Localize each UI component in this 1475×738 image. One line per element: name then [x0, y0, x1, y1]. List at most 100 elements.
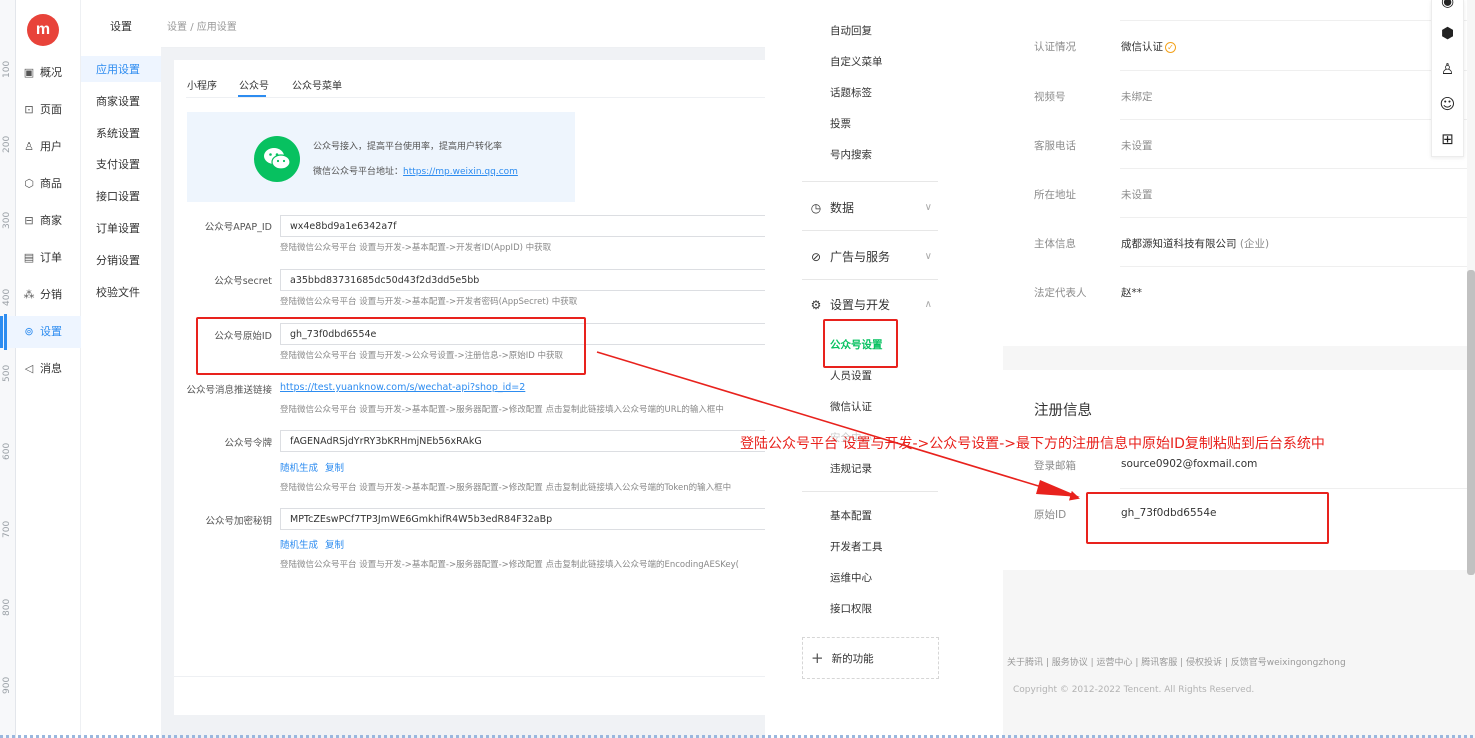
email-value: source0902@foxmail.com: [1121, 458, 1258, 470]
aes-copy-button[interactable]: 复制: [325, 540, 344, 551]
wx-menu-api-permissions[interactable]: 接口权限: [830, 601, 872, 616]
ruler-mark: 400: [2, 288, 12, 306]
nav-item-user[interactable]: ♙ 用户: [22, 133, 81, 159]
person-icon[interactable]: ♙: [1431, 60, 1464, 78]
submenu-item-distribution-settings[interactable]: 分销设置: [81, 247, 161, 273]
wx-menu-wechat-verify[interactable]: 微信认证: [830, 399, 872, 414]
nav-item-message[interactable]: ◁ 消息: [22, 355, 81, 381]
aes-generate-button[interactable]: 随机生成: [280, 540, 318, 551]
wx-menu-divider: [802, 279, 938, 280]
submenu-item-payment-settings[interactable]: 支付设置: [81, 151, 161, 177]
original-id-label-wx: 原始ID: [1034, 509, 1067, 521]
row-divider: [1120, 168, 1467, 169]
token-copy-button[interactable]: 复制: [325, 463, 344, 474]
nav-item-settings[interactable]: ⊚ 设置: [22, 318, 81, 344]
submenu-item-app-settings[interactable]: 应用设置: [81, 56, 161, 82]
token-input[interactable]: fAGENAdRSjdYrRY3bKRHmjNEb56xRAkG: [280, 430, 765, 452]
nav-item-label: 设置: [40, 325, 62, 338]
wx-menu-divider: [802, 181, 938, 182]
nav-item-page[interactable]: ⊡ 页面: [22, 96, 81, 122]
annotation-box-original-id-field: [196, 317, 586, 375]
app-logo[interactable]: m: [27, 14, 59, 46]
nav-item-goods[interactable]: ⬡ 商品: [22, 170, 81, 196]
ruler-active-marker: [4, 314, 7, 350]
wx-menu-custom-menu[interactable]: 自定义菜单: [830, 54, 883, 69]
breadcrumb-root[interactable]: 设置: [167, 22, 187, 33]
wx-group-data[interactable]: ◷ 数据 ∨: [808, 199, 932, 216]
cube-icon[interactable]: ⬢: [1431, 24, 1464, 42]
chevron-down-icon: ∨: [924, 251, 932, 262]
submenu-item-api-settings[interactable]: 接口设置: [81, 183, 161, 209]
wx-menu-search[interactable]: 号内搜索: [830, 147, 872, 162]
annotation-box-original-id-value: [1086, 492, 1329, 544]
submenu-item-merchant-settings[interactable]: 商家设置: [81, 88, 161, 114]
new-feature-button[interactable]: + 新的功能: [802, 637, 939, 679]
help-icon[interactable]: ◉: [1431, 0, 1464, 10]
breadcrumb-separator: /: [190, 22, 194, 33]
ruler-mark: 500: [2, 364, 12, 382]
auth-label: 认证情况: [1034, 41, 1076, 53]
nav-item-distribution[interactable]: ⁂ 分销: [22, 281, 81, 307]
wx-menu-violation-records[interactable]: 违规记录: [830, 461, 872, 476]
smile-icon[interactable]: ☺: [1431, 95, 1464, 113]
chevron-up-icon: ∧: [924, 299, 932, 310]
ruler-mark: 100: [2, 60, 12, 78]
tab-official-account-menu[interactable]: 公众号菜单: [292, 77, 342, 92]
token-hint: 登陆微信公众号平台 设置与开发->基本配置->服务器配置->修改配置 点击复制此…: [280, 483, 732, 493]
wx-menu-basic-config[interactable]: 基本配置: [830, 508, 872, 523]
breadcrumb: 设置 / 应用设置: [167, 18, 237, 33]
nav-item-order[interactable]: ▤ 订单: [22, 244, 81, 270]
submenu-title: 设置: [110, 20, 132, 33]
channel-label: 视频号: [1034, 91, 1066, 103]
message-icon: ◁: [24, 361, 34, 375]
nav-item-label: 订单: [40, 251, 62, 264]
row-divider: [1120, 217, 1467, 218]
submenu-item-system-settings[interactable]: 系统设置: [81, 120, 161, 146]
distribution-icon: ⁂: [23, 287, 35, 301]
tab-official-account[interactable]: 公众号: [239, 77, 269, 92]
address-label: 所在地址: [1034, 189, 1076, 201]
wx-menu-dev-tools[interactable]: 开发者工具: [830, 539, 883, 554]
nav-item-merchant[interactable]: ⊟ 商家: [22, 207, 81, 233]
nav-item-label: 商家: [40, 214, 62, 227]
ruler-mark: 200: [2, 135, 12, 153]
wx-menu-ops-center[interactable]: 运维中心: [830, 570, 872, 585]
appid-input[interactable]: wx4e8bd9a1e6342a7f: [280, 215, 765, 237]
wx-menu-staff-settings[interactable]: 人员设置: [830, 368, 872, 383]
token-generate-button[interactable]: 随机生成: [280, 463, 318, 474]
wx-group-label: 广告与服务: [830, 250, 891, 264]
phone-label: 客服电话: [1034, 140, 1076, 152]
secret-hint: 登陆微信公众号平台 设置与开发->基本配置->开发者密码(AppSecret) …: [280, 297, 578, 307]
page-scrollbar[interactable]: [1467, 270, 1475, 575]
tabs-divider: [186, 97, 765, 98]
row-divider: [1120, 70, 1467, 71]
submenu-item-verify-files[interactable]: 校验文件: [81, 279, 161, 305]
wechat-footer-links[interactable]: 关于腾讯 | 服务协议 | 运营中心 | 腾讯客服 | 侵权投诉 | 反馈官号w…: [1007, 655, 1346, 668]
push-link[interactable]: https://test.yuanknow.com/s/wechat-api?s…: [280, 382, 525, 393]
wx-menu-divider: [802, 491, 938, 492]
secret-input[interactable]: a35bbd83731685dc50d43f2d3dd5e5bb: [280, 269, 765, 291]
wx-group-label: 数据: [830, 201, 855, 215]
wx-menu-topic-tags[interactable]: 话题标签: [830, 85, 872, 100]
tab-mini-program[interactable]: 小程序: [187, 77, 217, 92]
nav-item-label: 用户: [40, 140, 62, 153]
submenu-item-order-settings[interactable]: 订单设置: [81, 215, 161, 241]
compass-icon: ⊘: [810, 249, 822, 264]
nav-item-label: 商品: [40, 177, 62, 190]
aes-key-actions: 随机生成 复制: [280, 537, 351, 551]
wx-group-ads[interactable]: ⊘ 广告与服务 ∨: [808, 248, 932, 265]
mp-platform-link[interactable]: https://mp.weixin.qq.com: [403, 167, 518, 177]
wx-menu-divider: [802, 230, 938, 231]
layout-icon[interactable]: ⊞: [1431, 130, 1464, 148]
wx-menu-vote[interactable]: 投票: [830, 116, 851, 131]
nav-item-overview[interactable]: ▣ 概况: [22, 59, 81, 85]
aes-key-input[interactable]: MPTcZEswPCf7TP3JmWE6GmkhifR4W5b3edR84F32…: [280, 508, 765, 530]
user-icon: ♙: [24, 139, 34, 153]
goods-icon: ⬡: [24, 176, 34, 190]
wx-group-dev[interactable]: ⚙ 设置与开发 ∧: [808, 296, 932, 313]
annotation-box-account-settings: [823, 319, 898, 368]
wx-menu-auto-reply[interactable]: 自动回复: [830, 23, 872, 38]
entity-name: 成都源知道科技有限公司: [1121, 238, 1237, 250]
info-link-prefix: 微信公众号平台地址：: [313, 167, 404, 177]
email-label: 登录邮箱: [1034, 460, 1076, 472]
